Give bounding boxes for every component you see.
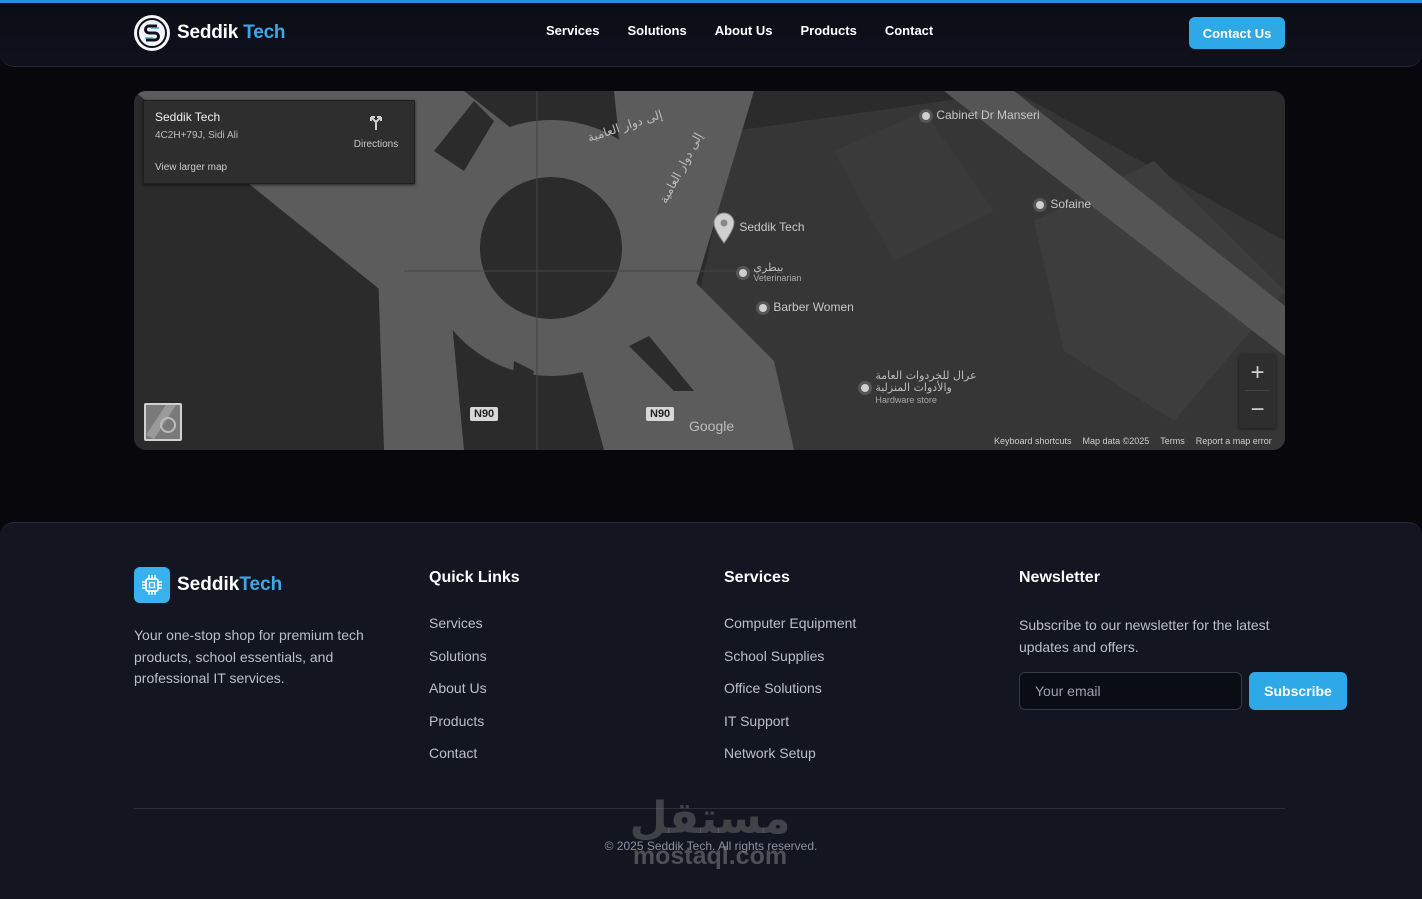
location-pin-icon xyxy=(713,212,735,244)
brand-name-main: Seddik xyxy=(177,22,239,43)
nav-about-us[interactable]: About Us xyxy=(715,23,773,38)
place-address: 4C2H+79J, Sidi Ali xyxy=(155,130,239,141)
footer-brand-name: SeddikTech xyxy=(177,574,283,595)
footer-service-network-setup[interactable]: Network Setup xyxy=(724,745,856,778)
map-pin-barber-women[interactable]: Barber Women xyxy=(756,300,854,315)
site-footer: SeddikTech Your one-stop shop for premiu… xyxy=(0,522,1422,899)
footer-service-computer-equipment[interactable]: Computer Equipment xyxy=(724,615,856,648)
newsletter-title: Newsletter xyxy=(1019,569,1100,586)
main-nav: Services Solutions About Us Products Con… xyxy=(546,23,933,38)
site-header: Seddik Tech Services Solutions About Us … xyxy=(0,3,1422,67)
services-title: Services xyxy=(724,569,790,586)
place-pin-icon xyxy=(736,266,750,280)
map-data-label: Map data ©2025 xyxy=(1082,436,1150,446)
place-pin-icon xyxy=(756,300,770,315)
brand[interactable]: Seddik Tech xyxy=(134,15,286,51)
map-attribution: Keyboard shortcuts Map data ©2025 Terms … xyxy=(994,436,1272,446)
zoom-controls: + − xyxy=(1239,354,1276,428)
quick-links-title: Quick Links xyxy=(429,569,520,586)
newsletter-email-input[interactable] xyxy=(1019,672,1242,710)
nav-contact[interactable]: Contact xyxy=(885,23,933,38)
terms-link[interactable]: Terms xyxy=(1160,436,1185,446)
nav-services[interactable]: Services xyxy=(546,23,600,38)
directions-label: Directions xyxy=(353,139,399,150)
keyboard-shortcuts-link[interactable]: Keyboard shortcuts xyxy=(994,436,1072,446)
satellite-thumbnail-icon xyxy=(146,405,180,439)
footer-brand[interactable]: SeddikTech xyxy=(134,567,282,603)
map-pin-seddik-tech[interactable]: Seddik Tech xyxy=(712,212,805,244)
zoom-out-button[interactable]: − xyxy=(1239,391,1276,428)
directions-icon xyxy=(370,116,382,130)
chip-icon xyxy=(134,567,170,603)
footer-service-it-support[interactable]: IT Support xyxy=(724,713,856,746)
shop-pin-icon xyxy=(858,381,872,395)
newsletter-text: Subscribe to our newsletter for the late… xyxy=(1019,617,1270,655)
nav-products[interactable]: Products xyxy=(801,23,857,38)
map-pin-veterinarian[interactable]: بيطري Veterinarian xyxy=(736,262,801,283)
satellite-toggle[interactable] xyxy=(144,403,182,441)
brand-name: Seddik Tech xyxy=(177,22,286,44)
location-map[interactable]: Seddik Tech 4C2H+79J, Sidi Ali View larg… xyxy=(134,91,1285,450)
map-pin-sofaine[interactable]: Sofaine xyxy=(1033,197,1091,212)
brand-logo-icon xyxy=(134,15,170,51)
contact-us-button[interactable]: Contact Us xyxy=(1189,17,1285,49)
footer-link-products[interactable]: Products xyxy=(429,713,487,746)
footer-link-contact[interactable]: Contact xyxy=(429,745,487,778)
footer-divider xyxy=(134,808,1285,809)
quick-links-list: Services Solutions About Us Products Con… xyxy=(429,615,487,778)
google-logo: Google xyxy=(689,418,735,434)
zoom-in-button[interactable]: + xyxy=(1239,354,1276,391)
footer-about-text: Your one-stop shop for premium tech prod… xyxy=(134,627,364,686)
map-pin-cabinet[interactable]: Cabinet Dr Manseri xyxy=(919,108,1040,123)
services-list: Computer Equipment School Supplies Offic… xyxy=(724,615,856,778)
footer-link-about-us[interactable]: About Us xyxy=(429,680,487,713)
footer-link-solutions[interactable]: Solutions xyxy=(429,648,487,681)
directions-button[interactable]: Directions xyxy=(349,113,403,150)
footer-service-office-solutions[interactable]: Office Solutions xyxy=(724,680,856,713)
place-pin-icon xyxy=(919,108,933,123)
report-error-link[interactable]: Report a map error xyxy=(1196,436,1272,446)
subscribe-button[interactable]: Subscribe xyxy=(1249,672,1347,710)
place-title: Seddik Tech xyxy=(155,110,221,124)
copyright-text: © 2025 Seddik Tech. All rights reserved. xyxy=(604,839,818,853)
nav-solutions[interactable]: Solutions xyxy=(628,23,687,38)
map-pin-hardware[interactable]: عرال للخردوات العامة والأدوات المنزلية H… xyxy=(858,370,977,406)
shop-pin-icon xyxy=(1033,197,1047,212)
brand-name-accent: Tech xyxy=(243,22,286,43)
road-badge-n90: N90 xyxy=(470,407,499,421)
footer-link-services[interactable]: Services xyxy=(429,615,487,648)
footer-service-school-supplies[interactable]: School Supplies xyxy=(724,648,856,681)
view-larger-map-link[interactable]: View larger map xyxy=(155,162,227,173)
road-badge-n90: N90 xyxy=(646,407,675,421)
place-info-card: Seddik Tech 4C2H+79J, Sidi Ali View larg… xyxy=(143,100,415,184)
